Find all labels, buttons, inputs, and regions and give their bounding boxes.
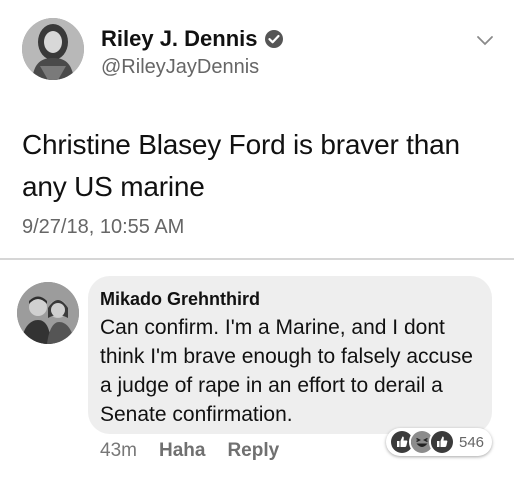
comment-actions: 43m Haha Reply [100, 440, 279, 462]
reactions-summary[interactable]: 546 [386, 428, 493, 456]
commenter-name[interactable]: Mikado Grehnthird [100, 289, 260, 310]
tweet-author-name[interactable]: Riley J. Dennis [101, 26, 284, 52]
reaction-count: 546 [459, 433, 485, 451]
tweet-timestamp[interactable]: 9/27/18, 10:55 AM [22, 216, 184, 239]
chevron-down-icon[interactable] [475, 34, 495, 48]
divider [0, 258, 514, 260]
tweet-card: Riley J. Dennis @RileyJayDennis Christin… [0, 0, 514, 262]
commenter-avatar[interactable] [17, 282, 79, 344]
avatar[interactable] [22, 18, 84, 80]
like-icon [429, 429, 455, 455]
comment-text: Can confirm. I'm a Marine, and I dont th… [100, 316, 473, 426]
tweet-handle[interactable]: @RileyJayDennis [101, 56, 259, 79]
author-name-text: Riley J. Dennis [101, 26, 258, 51]
reply-button[interactable]: Reply [227, 440, 279, 462]
haha-button[interactable]: Haha [159, 440, 205, 462]
verified-badge-icon [264, 30, 283, 48]
comment-time[interactable]: 43m [100, 440, 137, 462]
tweet-text: Christine Blasey Ford is braver than any… [22, 129, 460, 202]
